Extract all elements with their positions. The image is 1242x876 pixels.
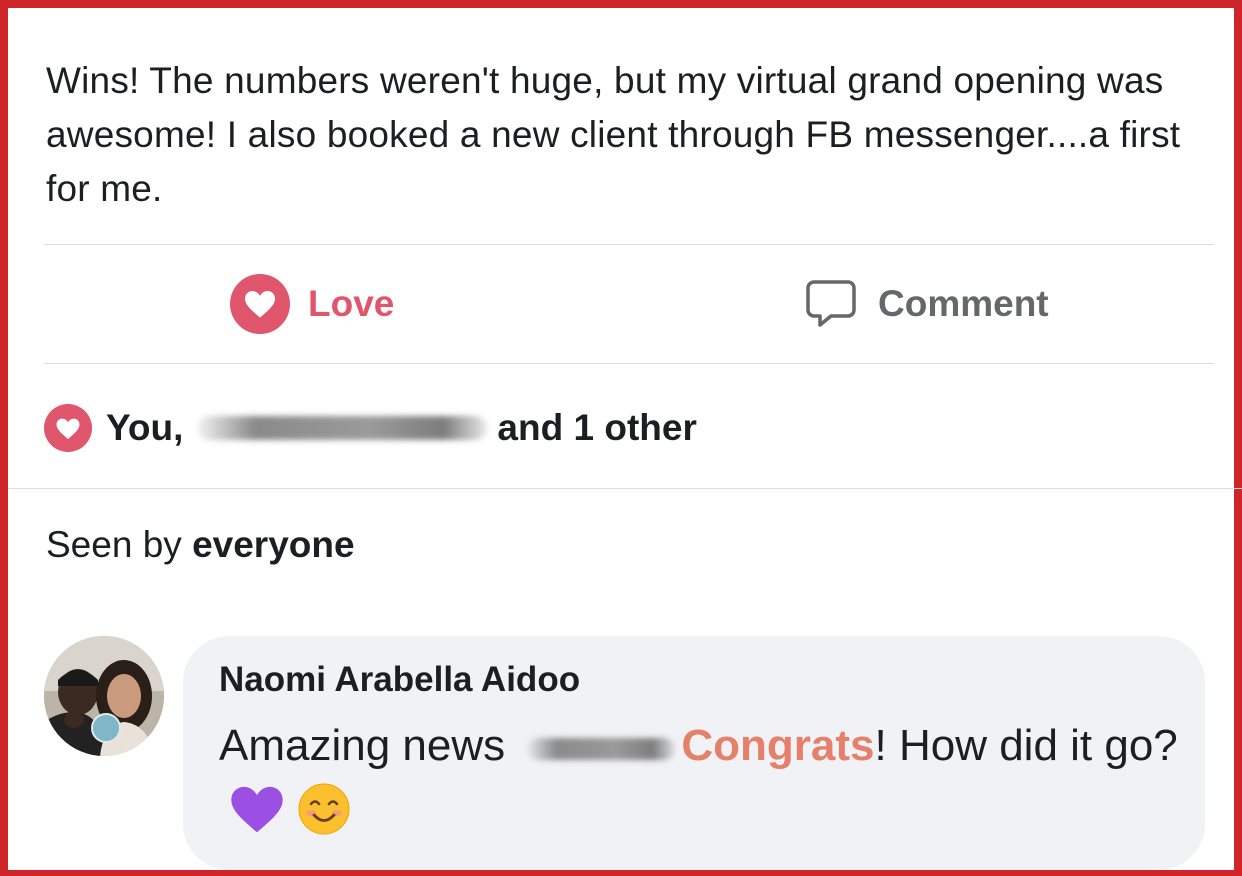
- post-text: Wins! The numbers weren't huge, but my v…: [46, 60, 1181, 209]
- love-reaction-icon: [44, 404, 92, 452]
- redacted-name: [527, 738, 676, 760]
- comment-bubble: Naomi Arabella Aidoo Amazing news Congra…: [183, 636, 1205, 870]
- comment-bubble-icon: [802, 275, 860, 333]
- divider: [8, 488, 1242, 489]
- seen-prefix: Seen by: [46, 524, 182, 565]
- redacted-name: [197, 416, 488, 440]
- avatar[interactable]: [44, 636, 164, 756]
- seen-audience: everyone: [192, 524, 355, 565]
- love-button[interactable]: Love: [230, 245, 394, 363]
- heart-icon: [230, 274, 290, 334]
- comment-text-start: Amazing news: [219, 721, 506, 770]
- reactions-summary[interactable]: You, and 1 other: [44, 398, 697, 458]
- reactor-others: and 1 other: [497, 407, 697, 448]
- action-bar: Love Comment: [44, 245, 1214, 363]
- comment-text: Amazing news Congrats! How did it go?: [219, 710, 1189, 858]
- comment-author[interactable]: Naomi Arabella Aidoo: [219, 660, 580, 700]
- divider: [44, 363, 1214, 364]
- seen-by: Seen by everyone: [46, 524, 355, 566]
- comment-highlight: Congrats: [681, 721, 875, 770]
- comment-text-end: ! How did it go?: [874, 721, 1178, 770]
- reactor-you: You,: [106, 407, 184, 448]
- purple-heart-icon: [229, 783, 285, 857]
- smiling-face-icon: [297, 782, 351, 858]
- comment-label: Comment: [878, 283, 1049, 324]
- comment-button[interactable]: Comment: [802, 245, 1049, 363]
- love-label: Love: [308, 283, 395, 324]
- screenshot-frame: Wins! The numbers weren't huge, but my v…: [0, 0, 1242, 876]
